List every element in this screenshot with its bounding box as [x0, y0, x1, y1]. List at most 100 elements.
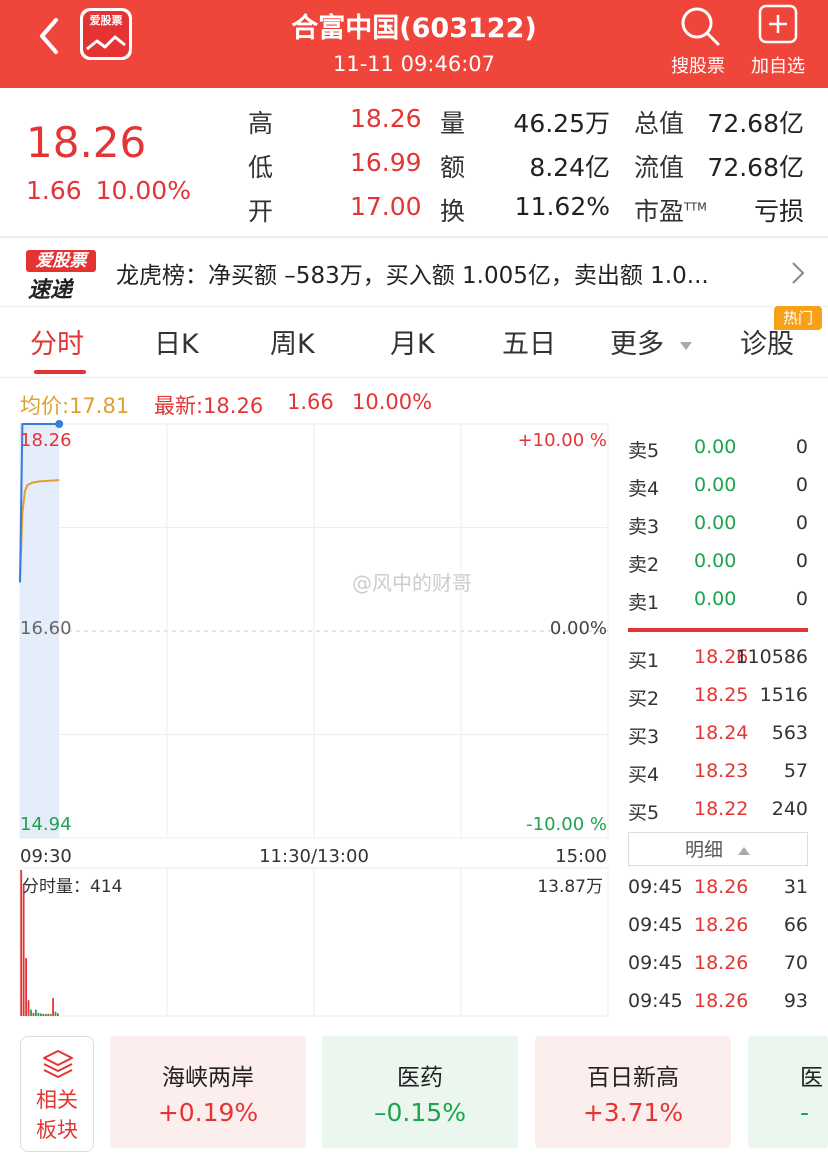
legend-change-percent: 10.00% — [352, 390, 433, 414]
order-book-divider — [628, 628, 808, 632]
search-stock-label: 搜股票 — [671, 56, 725, 77]
x-tick-open: 09:30 — [20, 846, 72, 867]
sector-name: 医 — [800, 1065, 823, 1091]
tab-intraday[interactable]: 分时 — [30, 322, 84, 361]
volume-bar — [42, 1013, 45, 1016]
bid-price: 18.22 — [694, 798, 749, 820]
add-watchlist-label: 加自选 — [751, 56, 805, 77]
ask-level: 卖3 — [628, 516, 660, 538]
ask-price: 0.00 — [694, 512, 737, 534]
ask-price: 0.00 — [694, 588, 737, 610]
hot-badge: 热门 — [774, 306, 822, 330]
bid-volume: 563 — [771, 722, 808, 744]
current-price: 18.26 — [26, 118, 147, 167]
search-icon — [681, 7, 720, 46]
axis-pct-mid: 0.00% — [550, 618, 607, 639]
change-value: 1.66 — [26, 176, 82, 205]
detail-toggle-button[interactable]: 明细 — [628, 832, 808, 866]
volume-bar — [25, 958, 27, 1016]
tick-volume: 66 — [783, 914, 808, 936]
tab-more[interactable]: 更多 — [610, 322, 693, 361]
ask-level: 卖2 — [628, 554, 660, 576]
tick-time: 09:45 — [628, 876, 683, 898]
detail-label: 明细 — [684, 839, 723, 861]
bid-level: 买5 — [628, 802, 660, 824]
high-value: 18.26 — [350, 104, 422, 133]
volume-bar — [27, 1000, 30, 1016]
related-sectors-button[interactable]: 相关 板块 — [20, 1036, 94, 1152]
sector-card-straits[interactable]: 海峡两岸 +0.19% — [110, 1036, 306, 1148]
tab-daily-k[interactable]: 日K — [154, 322, 199, 361]
news-ticker[interactable]: 爱股票 速递 龙虎榜：净买额 –583万，买入额 1.005亿，卖出额 1.0.… — [0, 238, 828, 306]
bid-level: 买3 — [628, 726, 660, 748]
bid-level: 买4 — [628, 764, 660, 786]
ask-level: 卖1 — [628, 592, 660, 614]
bid-level: 买2 — [628, 688, 660, 710]
sector-name: 百日新高 — [587, 1065, 679, 1091]
ask-row: 卖3 0.00 0 — [628, 512, 808, 542]
plus-box-icon — [758, 4, 798, 44]
tick-volume: 31 — [783, 876, 808, 898]
ask-volume: 0 — [795, 474, 808, 496]
app-header: 爱股票 合富中国(603122) 11-11 09:46:07 搜股票 加自选 — [0, 0, 828, 88]
bid-row: 买4 18.23 57 — [628, 760, 808, 790]
ask-row: 卖2 0.00 0 — [628, 550, 808, 580]
x-tick-midday: 11:30/13:00 — [259, 846, 369, 867]
sector-card-hundred-day-high[interactable]: 百日新高 +3.71% — [535, 1036, 731, 1148]
float-cap-label: 流值 — [634, 153, 685, 182]
sector-card-pharma[interactable]: 医药 –0.15% — [322, 1036, 518, 1148]
search-stock-button[interactable]: 搜股票 — [658, 4, 738, 77]
add-watchlist-button[interactable]: 加自选 — [738, 4, 818, 77]
ask-volume: 0 — [795, 436, 808, 458]
bid-row: 买2 18.25 1516 — [628, 684, 808, 714]
news-express-logo: 爱股票 速递 — [26, 250, 96, 303]
trade-tick-row: 09:45 18.26 70 — [628, 952, 808, 982]
volume-bar — [57, 1013, 59, 1016]
turnover-label: 换 — [440, 197, 466, 226]
bid-volume: 1516 — [759, 684, 808, 706]
high-label: 高 — [248, 109, 274, 138]
tick-price: 18.26 — [694, 952, 749, 974]
total-cap-value: 72.68亿 — [707, 109, 804, 138]
latest-price-legend: 最新:18.26 — [154, 394, 264, 418]
bid-level: 买1 — [628, 650, 660, 672]
tab-weekly-k[interactable]: 周K — [270, 322, 315, 361]
bid-price: 18.23 — [694, 760, 749, 782]
caret-up-icon — [738, 847, 751, 855]
ask-level: 卖4 — [628, 478, 660, 500]
tick-time: 09:45 — [628, 952, 683, 974]
volume-value: 46.25万 — [513, 109, 610, 138]
watermark: @风中的财哥 — [352, 571, 472, 595]
turnover-value: 11.62% — [514, 192, 610, 221]
divider — [0, 377, 828, 378]
axis-pct-bottom: -10.00 % — [526, 814, 607, 835]
ask-level: 卖5 — [628, 440, 660, 462]
sector-name: 医药 — [397, 1065, 443, 1091]
tick-volume: 70 — [783, 952, 808, 974]
bid-row: 买1 18.26 110586 — [628, 646, 808, 676]
amount-label: 额 — [440, 153, 466, 182]
tick-volume: 93 — [783, 990, 808, 1012]
axis-price-bottom: 14.94 — [20, 814, 72, 835]
tab-monthly-k[interactable]: 月K — [390, 322, 435, 361]
latest-price-dot — [55, 420, 64, 428]
bid-price: 18.25 — [694, 684, 749, 706]
related-label-2: 板块 — [36, 1118, 78, 1142]
intraday-chart[interactable]: 18.26 16.60 14.94 +10.00 % 0.00% -10.00 … — [0, 420, 620, 1020]
chevron-right-icon — [792, 262, 805, 284]
price-change: 1.66 10.00% — [26, 176, 191, 205]
volume-label: 分时量：414 — [22, 877, 122, 897]
volume-bar — [37, 1012, 40, 1016]
volume-bar — [44, 1013, 47, 1016]
tab-more-label: 更多 — [610, 329, 664, 360]
tab-five-day[interactable]: 五日 — [502, 322, 556, 361]
pe-ttm-superscript: TTM — [684, 200, 707, 214]
ask-price: 0.00 — [694, 474, 737, 496]
bid-volume: 240 — [771, 798, 808, 820]
ask-price: 0.00 — [694, 436, 737, 458]
ask-volume: 0 — [795, 550, 808, 572]
ask-row: 卖5 0.00 0 — [628, 436, 808, 466]
ask-price: 0.00 — [694, 550, 737, 572]
tick-price: 18.26 — [694, 990, 749, 1012]
sector-card-partial[interactable]: 医 - — [748, 1036, 828, 1148]
